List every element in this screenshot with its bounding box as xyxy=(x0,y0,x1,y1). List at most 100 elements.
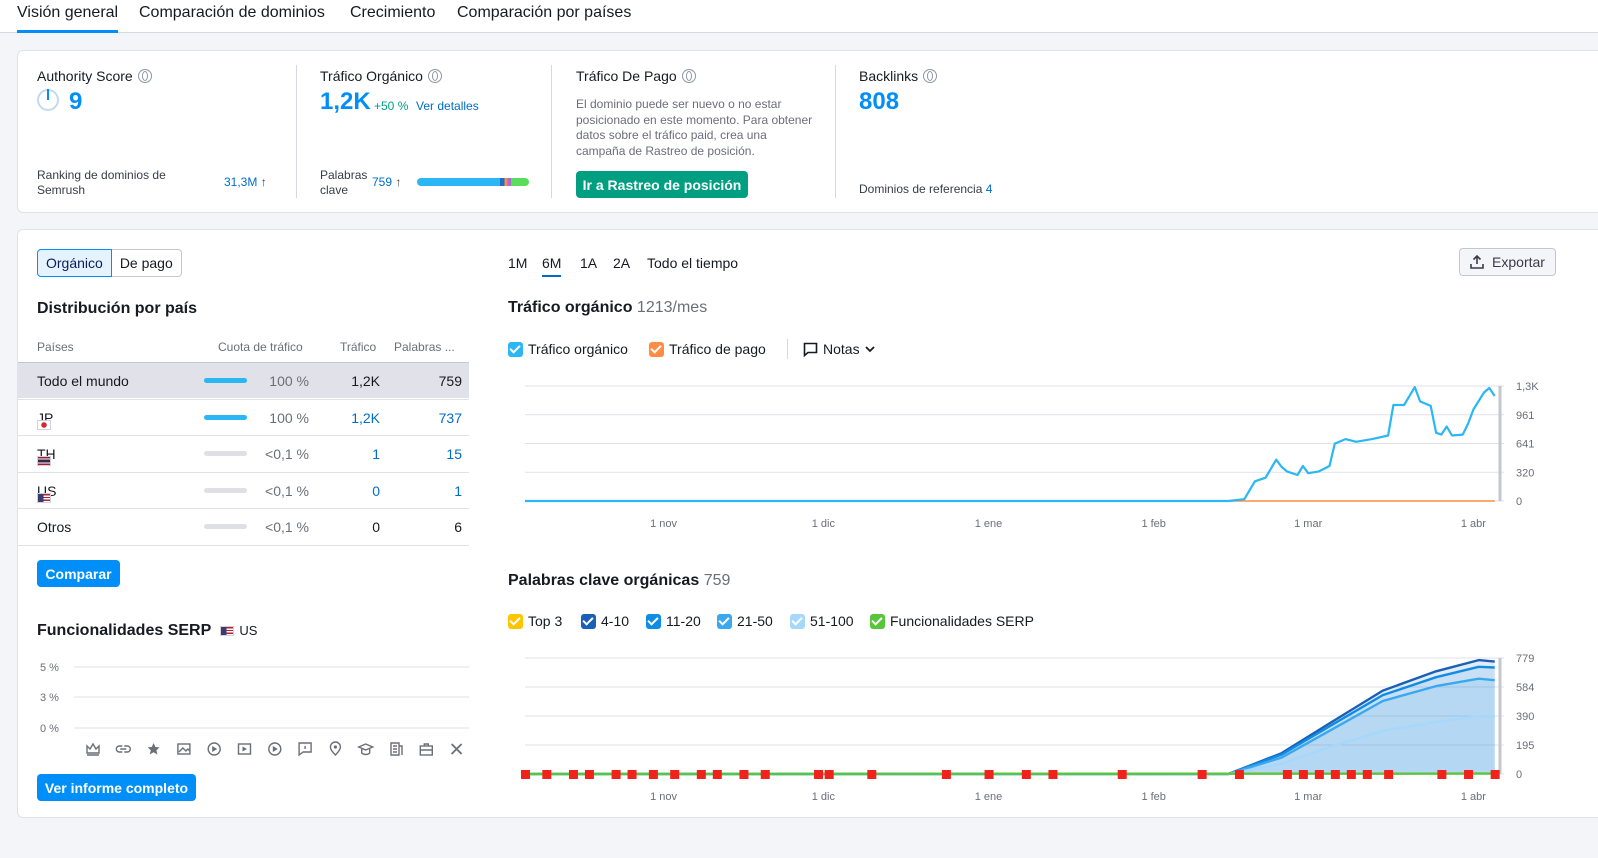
country-name[interactable]: TH xyxy=(37,446,56,466)
period-2a[interactable]: 2A xyxy=(613,255,630,271)
event-marker-flag[interactable] xyxy=(1282,770,1292,779)
event-marker-flag[interactable] xyxy=(984,770,994,779)
event-marker-flag[interactable] xyxy=(739,770,749,779)
country-row[interactable]: US <0,1 % 0 1 xyxy=(18,471,469,508)
country-row[interactable]: TH <0,1 % 1 15 xyxy=(18,435,469,471)
series-line-organic[interactable] xyxy=(525,386,1496,503)
period-1a[interactable]: 1A xyxy=(580,255,597,271)
faq-icon[interactable] xyxy=(298,742,312,757)
event-marker-flag[interactable] xyxy=(627,770,637,779)
video-carousel-icon[interactable] xyxy=(237,743,252,755)
traffic-value[interactable]: 1 xyxy=(372,446,380,462)
event-marker-flag[interactable] xyxy=(568,770,578,779)
legend-organic-traffic[interactable]: Tráfico orgánico xyxy=(508,341,628,357)
view-details-link[interactable]: Ver detalles xyxy=(416,99,479,114)
checkbox-icon[interactable] xyxy=(508,341,523,357)
link-icon[interactable] xyxy=(115,745,131,753)
event-marker-flag[interactable] xyxy=(611,770,621,779)
referring-domains-value[interactable]: 4 xyxy=(986,182,993,196)
event-marker-flag[interactable] xyxy=(1234,770,1244,779)
star-icon[interactable] xyxy=(147,743,160,755)
traffic-value[interactable]: 0 xyxy=(372,519,380,535)
event-marker-flag[interactable] xyxy=(941,770,951,779)
col-traffic[interactable]: Tráfico xyxy=(340,340,376,354)
organic-keywords-chart[interactable]: 0 195 390 584 779 1 nov 1 dic 1 ene 1 feb 1 mar 1 … xyxy=(498,642,1548,808)
video-icon[interactable] xyxy=(207,742,221,756)
event-marker-flag[interactable] xyxy=(1117,770,1127,779)
semrush-rank-value[interactable]: 31,3M ↑ xyxy=(224,175,267,190)
event-marker-flag[interactable] xyxy=(824,770,834,779)
briefcase-icon[interactable] xyxy=(419,743,433,756)
position-tracking-button[interactable]: Ir a Rastreo de posición xyxy=(576,171,748,198)
event-marker-flag[interactable] xyxy=(1330,770,1340,779)
event-marker-flag[interactable] xyxy=(1314,770,1324,779)
event-marker-flag[interactable] xyxy=(1362,770,1372,779)
tab-crecimiento[interactable]: Crecimiento xyxy=(350,4,435,22)
checkbox-icon[interactable] xyxy=(646,613,661,629)
notes-dropdown[interactable]: Notas xyxy=(803,341,875,357)
event-marker-flag[interactable] xyxy=(1048,770,1058,779)
tab-vision-general[interactable]: Visión general xyxy=(17,4,119,33)
keywords-value[interactable]: 737 xyxy=(439,410,462,426)
crown-icon[interactable] xyxy=(86,742,100,756)
full-report-button[interactable]: Ver informe completo xyxy=(37,774,196,801)
col-countries[interactable]: Países xyxy=(37,340,74,354)
checkbox-icon[interactable] xyxy=(508,613,523,629)
legend-paid-traffic[interactable]: Tráfico de pago xyxy=(649,341,766,357)
education-icon[interactable] xyxy=(356,743,375,756)
country-row[interactable]: JP 100 % 1,2K 737 xyxy=(18,398,469,435)
event-marker-flag[interactable] xyxy=(814,770,824,779)
keywords-value[interactable]: 6 xyxy=(454,519,462,535)
country-name[interactable]: US xyxy=(37,483,56,503)
keywords-value[interactable]: 15 xyxy=(446,446,462,462)
legend-4-10[interactable]: 4-10 xyxy=(581,613,629,629)
legend-51-100[interactable]: 51-100 xyxy=(790,613,854,629)
local-pack-icon[interactable] xyxy=(329,741,342,756)
country-row[interactable]: Otros <0,1 % 0 6 xyxy=(18,508,469,544)
period-all-time[interactable]: Todo el tiempo xyxy=(647,255,738,271)
checkbox-icon[interactable] xyxy=(870,613,885,629)
organic-traffic-value[interactable]: 1,2K xyxy=(320,88,371,116)
globe-icon[interactable] xyxy=(923,69,938,83)
event-marker-flag[interactable] xyxy=(670,770,680,779)
keywords-value[interactable]: 1 xyxy=(454,483,462,499)
semrush-rank-number[interactable]: 31,3M xyxy=(224,175,257,189)
checkbox-icon[interactable] xyxy=(717,613,732,629)
checkbox-icon[interactable] xyxy=(790,613,805,629)
traffic-value[interactable]: 1,2K xyxy=(351,410,380,426)
checkbox-icon[interactable] xyxy=(581,613,596,629)
play-icon[interactable] xyxy=(268,742,282,756)
event-marker-flag[interactable] xyxy=(696,770,706,779)
event-marker-flag[interactable] xyxy=(1437,770,1447,779)
organic-traffic-chart[interactable]: 0 320 641 961 1,3K 1 nov 1 dic 1 ene 1 feb 1 mar 1… xyxy=(498,370,1548,535)
compare-button[interactable]: Comparar xyxy=(37,560,120,587)
event-marker-flag[interactable] xyxy=(1384,770,1394,779)
event-marker-flag[interactable] xyxy=(1021,770,1031,779)
globe-icon[interactable] xyxy=(137,69,152,83)
backlinks-value[interactable]: 808 xyxy=(859,88,899,116)
legend-11-20[interactable]: 11-20 xyxy=(646,613,701,629)
keywords-number[interactable]: 759 xyxy=(372,175,392,189)
event-marker-flag[interactable] xyxy=(1197,770,1207,779)
col-keywords[interactable]: Palabras ... xyxy=(394,340,455,354)
image-icon[interactable] xyxy=(177,743,191,755)
traffic-value[interactable]: 0 xyxy=(372,483,380,499)
toggle-paid[interactable]: De pago xyxy=(111,249,182,277)
event-marker-flag[interactable] xyxy=(1298,770,1308,779)
col-traffic-share[interactable]: Cuota de tráfico xyxy=(218,340,303,354)
country-row[interactable]: Todo el mundo 100 % 1,2K 759 xyxy=(18,362,469,398)
keywords-value[interactable]: 759 ↑ xyxy=(372,175,401,190)
event-marker-flag[interactable] xyxy=(1490,770,1500,779)
serp-country[interactable]: US xyxy=(220,623,257,638)
legend-21-50[interactable]: 21-50 xyxy=(717,613,773,629)
period-6m[interactable]: 6M xyxy=(542,255,562,277)
x-icon[interactable] xyxy=(450,743,463,755)
event-marker-flag[interactable] xyxy=(648,770,658,779)
country-name[interactable]: JP xyxy=(37,410,53,430)
legend-serp-features[interactable]: Funcionalidades SERP xyxy=(870,613,1034,629)
legend-top3[interactable]: Top 3 xyxy=(508,613,562,629)
export-button[interactable]: Exportar xyxy=(1459,248,1556,276)
globe-icon[interactable] xyxy=(427,69,442,83)
keywords-value[interactable]: 759 xyxy=(439,373,462,389)
event-marker-flag[interactable] xyxy=(760,770,770,779)
